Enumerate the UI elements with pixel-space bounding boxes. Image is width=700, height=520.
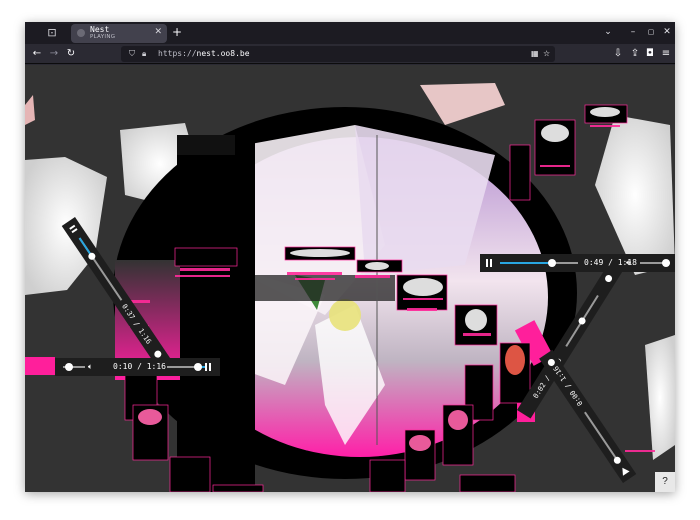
seek-handle[interactable]: [548, 259, 556, 267]
pause-icon[interactable]: [205, 363, 211, 371]
speaker-icon[interactable]: 🔊︎: [626, 258, 631, 268]
tab-nest[interactable]: Nest PLAYING ✕: [71, 24, 167, 43]
seek-fill: [500, 262, 552, 264]
navigation-toolbar: ← → ↻ ⛉ 🔒︎ https://nest.oo8.be ▦ ☆ ⇩ ⇪ ◘…: [25, 44, 675, 64]
tab-close-button[interactable]: ✕: [154, 27, 162, 37]
extensions-icon[interactable]: ▦: [531, 48, 539, 60]
bookmark-star-icon[interactable]: ☆: [543, 48, 550, 60]
firefox-view-icon[interactable]: ⊡: [45, 26, 59, 40]
help-button[interactable]: ?: [655, 472, 675, 492]
shield-icon[interactable]: ⛉: [129, 48, 135, 60]
seek-bar[interactable]: [500, 259, 578, 267]
tab-title: Nest: [90, 25, 110, 34]
seek-handle[interactable]: [194, 363, 202, 371]
minimize-button[interactable]: –: [627, 26, 639, 38]
volume-slider[interactable]: [63, 363, 85, 371]
list-all-tabs-button[interactable]: ⌄: [602, 26, 614, 38]
window-close-button[interactable]: ✕: [661, 26, 673, 38]
share-icon[interactable]: ⇪: [628, 47, 642, 61]
tab-favicon-icon: [77, 29, 85, 37]
new-tab-button[interactable]: +: [170, 25, 184, 40]
maximize-button[interactable]: ▢: [645, 26, 657, 38]
pause-icon[interactable]: [486, 259, 492, 267]
tab-playing-label: PLAYING: [90, 34, 116, 40]
hamburger-menu-icon[interactable]: ≡: [659, 47, 673, 61]
volume-slider[interactable]: [640, 259, 670, 267]
volume-handle[interactable]: [662, 259, 670, 267]
volume-handle[interactable]: [65, 363, 73, 371]
url-prefix: https://: [158, 49, 197, 58]
url-host: nest.oo8.be: [196, 49, 250, 58]
seek-bar[interactable]: [167, 363, 207, 371]
glitch-artwork: 0:37 / 1:16 0:02 / 1:16 0:00 / 1:16: [25, 83, 675, 492]
audio-player-left: 🔈︎ 0:10 / 1:16: [55, 358, 220, 376]
address-bar[interactable]: ⛉ 🔒︎ https://nest.oo8.be ▦ ☆: [121, 46, 555, 62]
reload-button[interactable]: ↻: [64, 47, 78, 61]
player-time: 0:10 / 1:16: [113, 362, 166, 371]
url-text: https://nest.oo8.be: [158, 48, 250, 60]
tab-strip: ⊡ Nest PLAYING ✕ + ⌄ – ▢ ✕: [25, 22, 675, 44]
pocket-icon[interactable]: ◘: [643, 47, 657, 61]
lock-icon[interactable]: 🔒︎: [142, 48, 146, 60]
back-button[interactable]: ←: [30, 47, 44, 61]
downloads-icon[interactable]: ⇩: [611, 47, 625, 61]
page-content: 0:37 / 1:16 0:02 / 1:16 0:00 / 1:16 0:49…: [25, 65, 675, 492]
browser-window: ⊡ Nest PLAYING ✕ + ⌄ – ▢ ✕ ← → ↻ ⛉ 🔒︎ ht…: [25, 22, 675, 492]
rotated-player-3: 0:00 / 1:16: [539, 349, 637, 483]
speaker-icon[interactable]: 🔈︎: [88, 362, 93, 372]
forward-button[interactable]: →: [47, 47, 61, 61]
audio-player-right: 0:49 / 1:18 🔊︎: [480, 254, 675, 272]
